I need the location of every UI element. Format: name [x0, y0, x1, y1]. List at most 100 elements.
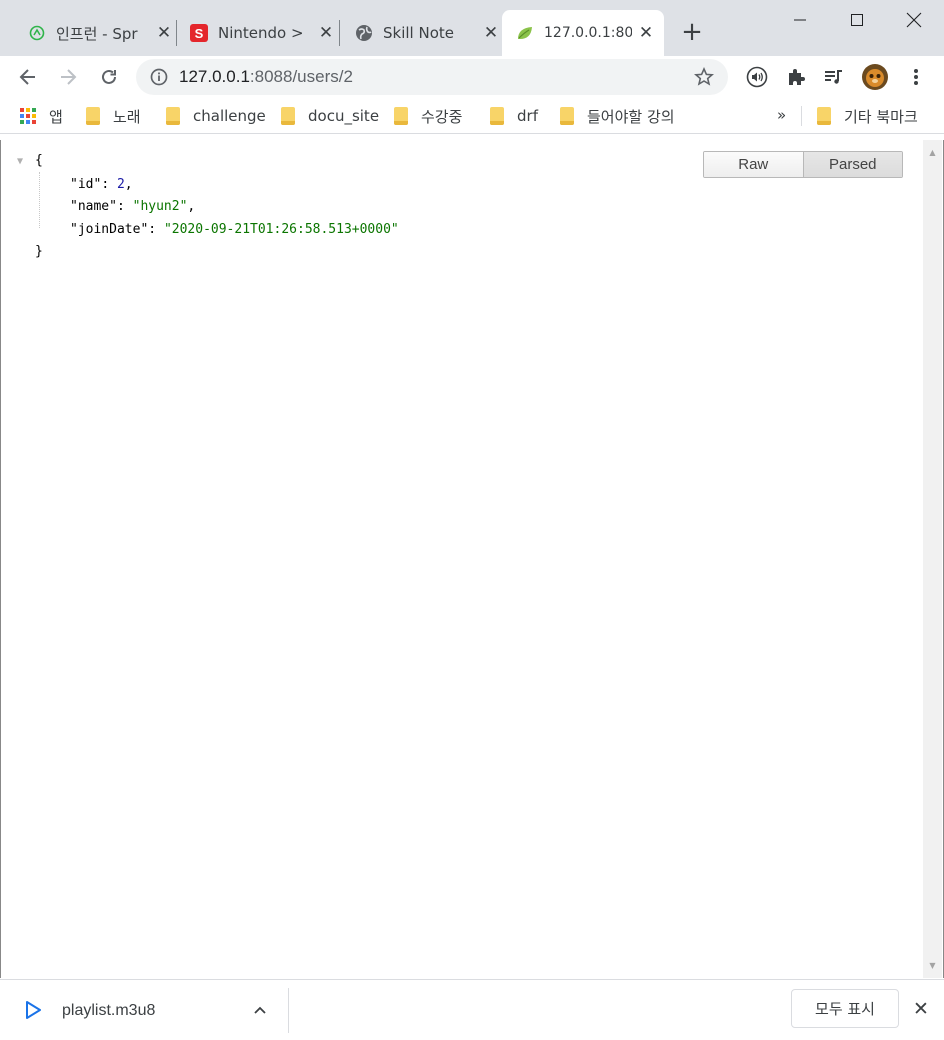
play-file-icon: [26, 1001, 41, 1019]
profile-avatar[interactable]: [861, 63, 889, 91]
bookmark-folder-challenge[interactable]: challenge: [166, 106, 266, 126]
json-comma: ,: [124, 176, 133, 192]
back-button[interactable]: [13, 62, 43, 92]
reload-icon: [102, 69, 116, 84]
arrow-right-icon: [61, 69, 77, 85]
json-colon: :: [101, 176, 117, 192]
close-icon[interactable]: ✕: [154, 23, 174, 43]
bookmarks-bar: 앱 노래 challenge docu_site 수강중 drf 들어야할 강의: [0, 98, 944, 134]
json-key: "name": [70, 199, 117, 214]
more-vert-icon: [914, 69, 918, 85]
bookmark-label: 노래: [113, 107, 141, 126]
download-separator: [288, 988, 289, 1033]
puzzle-icon: [789, 69, 805, 85]
minimize-icon: [794, 19, 806, 21]
bookmark-label: docu_site: [308, 107, 380, 125]
chevron-up-icon[interactable]: [250, 1000, 270, 1020]
json-close-row: }: [17, 241, 399, 264]
bookmarks-separator: [801, 106, 802, 126]
bookmark-label: 들어야할 강의: [587, 107, 675, 126]
json-colon: :: [116, 199, 133, 214]
tab-title: Nintendo >: [218, 24, 304, 42]
reload-button[interactable]: [94, 62, 124, 92]
json-field-id: "id": 2,: [17, 174, 399, 197]
playlist-music-icon: [825, 70, 842, 84]
bookmark-folder-drf[interactable]: drf: [490, 106, 538, 126]
close-icon[interactable]: ✕: [910, 998, 932, 1020]
nintendo-s-icon: S: [190, 24, 208, 42]
bookmark-folder-to-watch[interactable]: 들어야할 강의: [560, 106, 675, 126]
bookmark-label: challenge: [193, 107, 266, 125]
json-value-string: "hyun2": [132, 199, 188, 214]
tab-nintendo[interactable]: S Nintendo > ✕: [178, 10, 336, 56]
bookmark-label: 앱: [49, 107, 63, 126]
close-icon: [906, 12, 922, 28]
json-colon: :: [148, 221, 164, 237]
speaker-icon: [746, 66, 768, 88]
bookmark-folder-taking[interactable]: 수강중: [394, 106, 462, 126]
tab-skill-note[interactable]: Skill Note ✕: [341, 10, 501, 56]
scroll-up-icon[interactable]: ▲: [923, 144, 942, 161]
tab-separator: [176, 20, 177, 46]
tab-strip: 인프런 - Spr ✕ S Nintendo > ✕ Skill Note ✕ …: [0, 0, 944, 56]
new-tab-button[interactable]: +: [680, 19, 704, 45]
raw-button[interactable]: Raw: [704, 152, 803, 177]
tab-separator: [339, 20, 340, 46]
download-file-name[interactable]: playlist.m3u8: [62, 1002, 155, 1020]
tab-title: 인프런 - Spr: [56, 24, 138, 43]
json-field-name: "name": "hyun2",: [17, 196, 399, 219]
media-control-button[interactable]: [822, 65, 846, 89]
star-icon[interactable]: [694, 67, 714, 87]
scroll-down-icon[interactable]: ▼: [923, 957, 942, 974]
bookmark-folder-songs[interactable]: 노래: [86, 106, 141, 126]
json-close-brace: }: [35, 244, 43, 259]
minimize-button[interactable]: [780, 6, 820, 34]
maximize-button[interactable]: [837, 6, 877, 34]
close-icon[interactable]: ✕: [636, 23, 656, 43]
avatar-icon: [862, 64, 888, 90]
raw-parsed-toggle: Raw Parsed: [703, 151, 903, 178]
apps-grid-icon: [20, 108, 36, 124]
download-shelf: playlist.m3u8 모두 표시 ✕: [0, 979, 944, 1040]
forward-button[interactable]: [53, 62, 83, 92]
close-icon[interactable]: ✕: [481, 23, 501, 43]
extensions-button[interactable]: [784, 65, 808, 89]
arrow-left-icon: [19, 69, 35, 85]
inflearn-icon: [28, 24, 46, 42]
parsed-button[interactable]: Parsed: [802, 152, 902, 177]
info-icon[interactable]: [150, 68, 168, 86]
bookmark-label: 기타 북마크: [844, 107, 918, 126]
folder-icon: [281, 107, 295, 125]
json-open-brace: {: [35, 153, 43, 168]
collapse-toggle-icon[interactable]: ▼: [17, 151, 35, 174]
globe-icon: [355, 24, 373, 42]
folder-icon: [560, 107, 574, 125]
url-host: 127.0.0.1: [179, 67, 250, 86]
json-viewer: ▼{ "id": 2, "name": "hyun2", "joinDate":…: [17, 150, 399, 264]
navigation-toolbar: 127.0.0.1:8088/users/2: [0, 56, 944, 98]
tab-inflearn[interactable]: 인프런 - Spr ✕: [16, 10, 174, 56]
bookmark-other[interactable]: 기타 북마크: [817, 106, 918, 126]
menu-button[interactable]: [904, 65, 928, 89]
tab-title: Skill Note: [383, 24, 454, 42]
tab-localhost[interactable]: 127.0.0.1:80 ✕: [502, 10, 664, 56]
bookmark-apps[interactable]: 앱: [20, 106, 63, 126]
page-viewport: ▼{ "id": 2, "name": "hyun2", "joinDate":…: [0, 140, 944, 978]
url-path: :8088/users/2: [249, 67, 353, 86]
json-comma: ,: [187, 199, 196, 214]
url-text: 127.0.0.1:8088/users/2: [179, 67, 353, 87]
audio-extension-button[interactable]: [745, 65, 769, 89]
tab-title: 127.0.0.1:80: [544, 25, 632, 41]
bookmark-label: 수강중: [421, 107, 463, 126]
bookmarks-overflow-button[interactable]: »: [777, 106, 786, 124]
vertical-scrollbar[interactable]: ▲ ▼: [923, 140, 942, 978]
json-value-number: 2: [116, 176, 125, 192]
bookmark-label: drf: [517, 107, 538, 125]
close-icon[interactable]: ✕: [316, 23, 336, 43]
bookmark-folder-docu-site[interactable]: docu_site: [281, 106, 379, 126]
address-bar[interactable]: 127.0.0.1:8088/users/2: [136, 59, 728, 95]
show-all-button[interactable]: 모두 표시: [791, 989, 899, 1028]
folder-icon: [394, 107, 408, 125]
close-window-button[interactable]: [894, 6, 934, 34]
spring-leaf-icon: [516, 24, 534, 42]
